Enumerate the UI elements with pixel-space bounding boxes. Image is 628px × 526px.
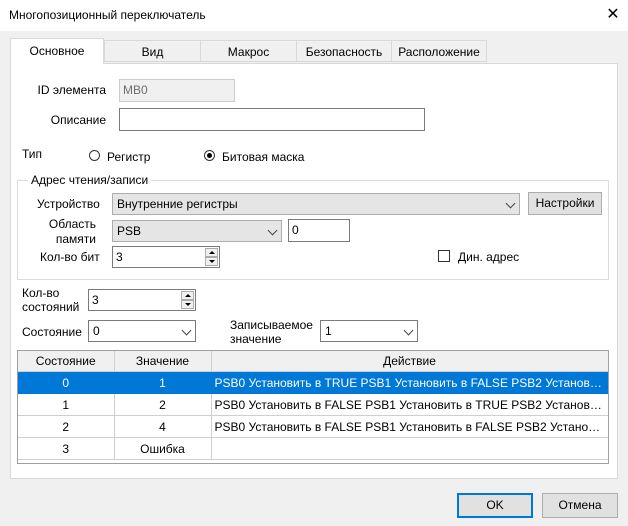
tab-security[interactable]: Безопасность xyxy=(296,40,392,62)
column-header-value[interactable]: Значение xyxy=(114,351,212,372)
table-cell-action: PSB0 Установить в TRUE PSB1 Установить в… xyxy=(211,371,608,394)
device-combo[interactable]: Внутренние регистры xyxy=(112,193,520,215)
column-header-state[interactable]: Состояние xyxy=(18,351,115,372)
arrow-up-icon xyxy=(185,294,191,297)
state-value: 0 xyxy=(93,324,100,338)
type-bitmask-label: Битовая маска xyxy=(222,150,305,164)
description-field[interactable] xyxy=(119,108,425,131)
state-label: Состояние xyxy=(22,325,82,339)
tab-layout[interactable]: Расположение xyxy=(391,40,487,62)
write-value-label-line1: Записываемое xyxy=(230,318,313,332)
spin-down-button[interactable] xyxy=(181,300,194,309)
id-label: ID элемента xyxy=(37,83,106,97)
table-cell-action: PSB0 Установить в FALSE PSB1 Установить … xyxy=(211,415,608,438)
table-cell-value: 2 xyxy=(114,393,212,416)
tab-general[interactable]: Основное xyxy=(10,38,104,64)
bit-count-value: 3 xyxy=(116,250,123,264)
table-row[interactable]: 1 2 PSB0 Установить в FALSE PSB1 Установ… xyxy=(18,393,608,416)
id-field: MB0 xyxy=(119,79,235,102)
dynamic-address-checkbox[interactable] xyxy=(438,250,450,262)
address-offset-field[interactable]: 0 xyxy=(288,219,350,242)
type-register-label: Регистр xyxy=(107,150,151,164)
device-label: Устройство xyxy=(37,197,100,211)
table-row[interactable]: 3 Ошибка xyxy=(18,437,608,460)
state-table: Состояние Значение Действие 0 1 PSB0 Уст… xyxy=(17,350,609,464)
table-cell-state: 2 xyxy=(18,415,115,438)
state-count-label-line2: состояний xyxy=(22,300,80,314)
table-cell-action xyxy=(211,437,608,460)
table-cell-action: PSB0 Установить в FALSE PSB1 Установить … xyxy=(211,393,608,416)
chevron-down-icon xyxy=(267,225,278,236)
write-value-label-line2: значение xyxy=(230,332,282,346)
arrow-up-icon xyxy=(209,251,215,254)
device-value: Внутренние регистры xyxy=(117,197,238,211)
table-cell-value: 4 xyxy=(114,415,212,438)
table-cell-state: 1 xyxy=(18,393,115,416)
table-row[interactable]: 0 1 PSB0 Установить в TRUE PSB1 Установи… xyxy=(18,371,608,394)
spin-up-button[interactable] xyxy=(181,291,194,300)
chevron-down-icon xyxy=(505,198,516,209)
table-cell-value: 1 xyxy=(114,371,212,394)
description-label: Описание xyxy=(50,113,106,127)
column-header-action[interactable]: Действие xyxy=(211,351,608,372)
close-icon[interactable]: ✕ xyxy=(602,4,624,26)
bit-count-label: Кол-во бит xyxy=(40,250,100,264)
dynamic-address-label: Дин. адрес xyxy=(458,250,520,264)
cancel-button[interactable]: Отмена xyxy=(542,493,618,518)
table-row[interactable]: 2 4 PSB0 Установить в FALSE PSB1 Установ… xyxy=(18,415,608,438)
tab-view[interactable]: Вид xyxy=(104,40,201,62)
type-register-radio[interactable] xyxy=(89,150,100,161)
memory-area-combo[interactable]: PSB xyxy=(112,220,282,242)
table-cell-state: 3 xyxy=(18,437,115,460)
arrow-down-icon xyxy=(209,260,215,263)
state-combo[interactable]: 0 xyxy=(88,320,196,342)
settings-button[interactable]: Настройки xyxy=(528,192,602,215)
table-cell-state: 0 xyxy=(18,371,115,394)
memory-area-label-line1: Область xyxy=(48,217,96,231)
ok-button[interactable]: OK xyxy=(457,493,533,518)
type-bitmask-radio[interactable] xyxy=(204,150,215,161)
state-count-label-line1: Кол-во xyxy=(22,286,60,300)
state-count-value: 3 xyxy=(92,293,99,307)
table-header-row: Состояние Значение Действие xyxy=(18,351,608,372)
type-label: Тип xyxy=(22,147,43,161)
bit-count-stepper[interactable]: 3 xyxy=(112,246,220,268)
write-value-combo[interactable]: 1 xyxy=(320,320,418,342)
write-value: 1 xyxy=(325,324,332,338)
window-title: Многопозиционный переключатель xyxy=(9,8,206,22)
spin-down-button[interactable] xyxy=(205,257,218,266)
address-group-title: Адрес чтения/записи xyxy=(28,173,152,187)
arrow-down-icon xyxy=(185,303,191,306)
memory-area-label-line2: памяти xyxy=(55,232,96,246)
chevron-down-icon xyxy=(403,325,414,336)
tab-macro[interactable]: Макрос xyxy=(200,40,297,62)
memory-area-value: PSB xyxy=(117,224,142,238)
spin-up-button[interactable] xyxy=(205,248,218,257)
state-count-stepper[interactable]: 3 xyxy=(88,289,196,311)
table-cell-value: Ошибка xyxy=(114,437,212,460)
chevron-down-icon xyxy=(181,325,192,336)
